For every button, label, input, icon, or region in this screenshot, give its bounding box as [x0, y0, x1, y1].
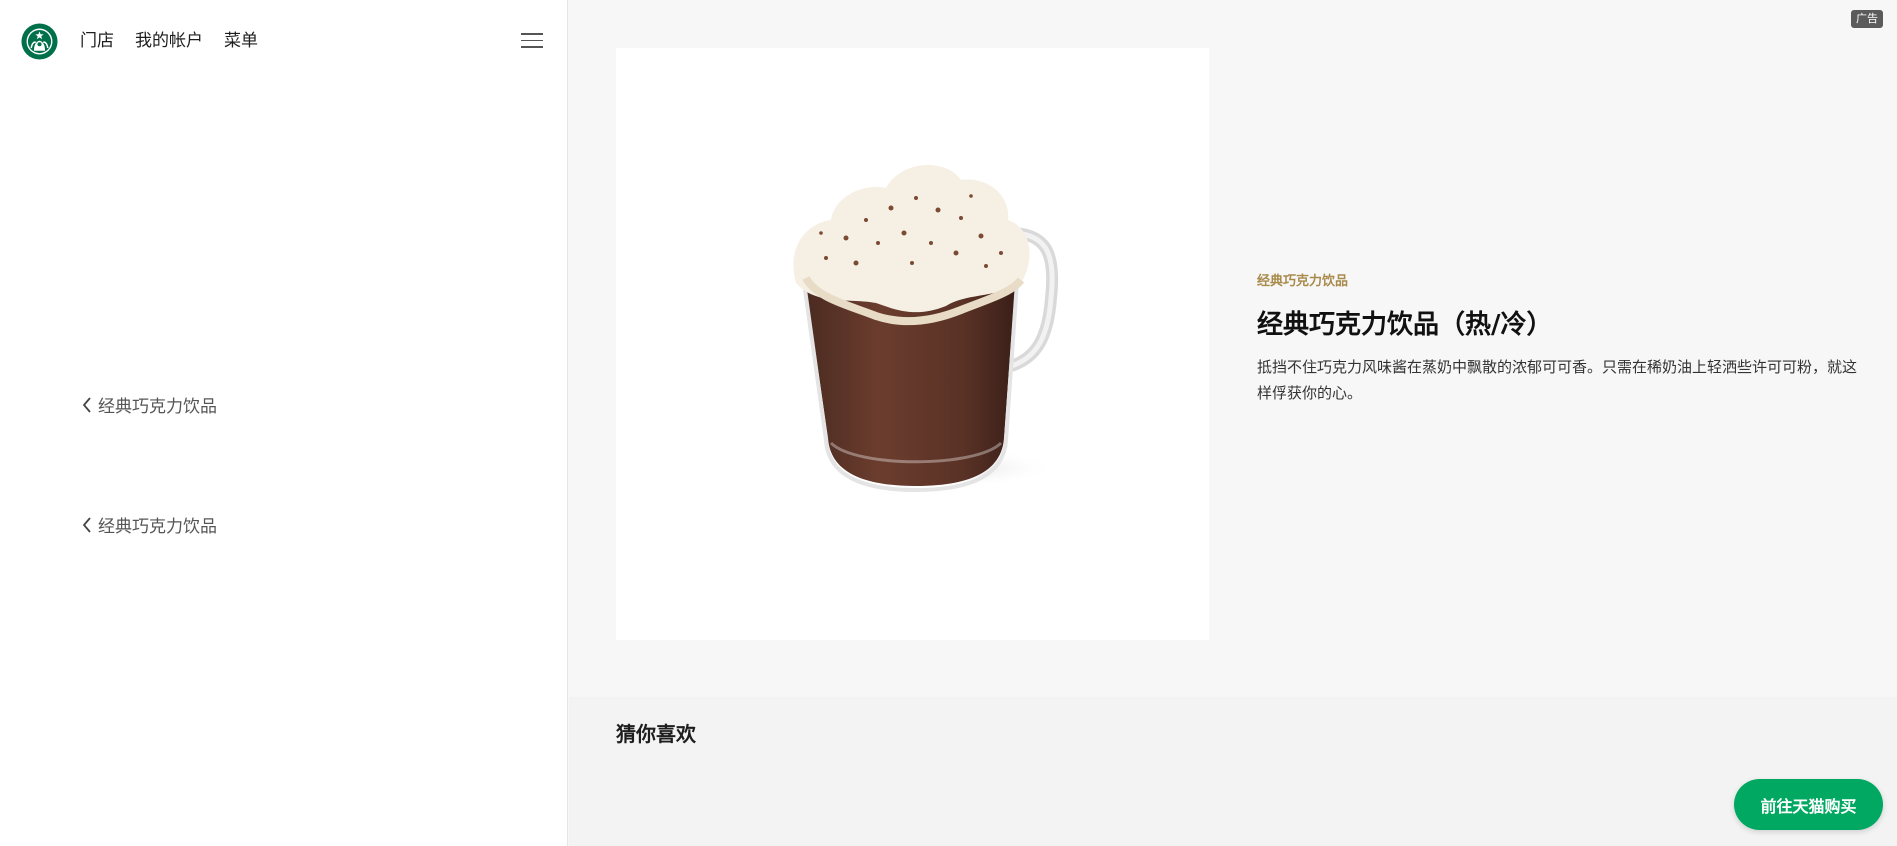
hot-chocolate-product-image: [793, 165, 1059, 493]
recommendations-title: 猜你喜欢: [616, 722, 696, 746]
product-description: 抵挡不住巧克力风味酱在蒸奶中飘散的浓郁可可香。只需在稀奶油上轻洒些许可可粉，就这…: [1257, 358, 1858, 402]
ad-badge: 广告: [1851, 10, 1883, 28]
nav-link-menu[interactable]: 菜单: [224, 29, 258, 53]
nav-link-my-account[interactable]: 我的帐户: [135, 29, 203, 53]
back-link-label: 经典巧克力饮品: [98, 517, 217, 537]
buy-on-tmall-button[interactable]: 前往天猫购买: [1734, 779, 1883, 830]
nav-link-stores[interactable]: 门店: [80, 29, 114, 53]
starbucks-logo[interactable]: [21, 23, 58, 60]
back-link-category[interactable]: 经典巧克力饮品: [82, 392, 217, 417]
hamburger-menu-icon[interactable]: [521, 33, 543, 51]
chevron-left-icon: [82, 516, 91, 533]
product-info: 经典巧克力饮品 经典巧克力饮品（热/冷） 抵挡不住巧克力风味酱在蒸奶中飘散的浓郁…: [1257, 272, 1857, 406]
top-navigation: 门店 我的帐户 菜单: [0, 0, 568, 84]
back-link-label: 经典巧克力饮品: [98, 397, 217, 417]
category-label[interactable]: 经典巧克力饮品: [1257, 272, 1857, 292]
product-title: 经典巧克力饮品（热/冷）: [1257, 310, 1553, 340]
chevron-left-icon: [82, 396, 91, 413]
left-panel: 门店 我的帐户 菜单 经典巧克力饮品 经典巧克力饮品: [0, 0, 568, 846]
recommendations-section: 猜你喜欢: [569, 697, 1897, 846]
product-image-card: [616, 48, 1209, 640]
nav-links: 门店 我的帐户 菜单: [80, 29, 279, 53]
back-link-category[interactable]: 经典巧克力饮品: [82, 512, 217, 537]
